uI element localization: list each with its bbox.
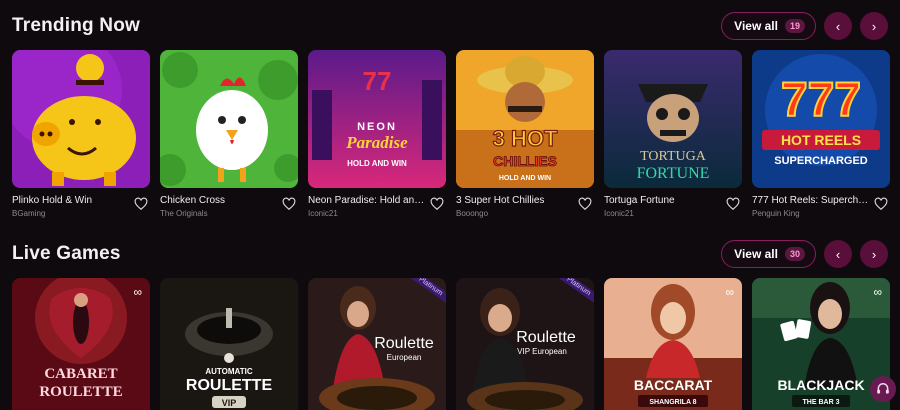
trending-header: Trending Now View all 19 ‹ › — [12, 8, 888, 44]
art-text: SHANGRILA 8 — [649, 399, 696, 406]
live-view-all-button[interactable]: View all 30 — [721, 240, 816, 268]
game-card-neon-paradise[interactable]: 77 NEON Paradise HOLD AND WIN Neon Parad… — [308, 50, 446, 225]
trending-count-badge: 19 — [784, 19, 805, 33]
heart-icon[interactable] — [578, 197, 592, 211]
live-prev-button[interactable]: ‹ — [824, 240, 852, 268]
game-provider: Iconic21 — [604, 209, 634, 218]
art-text: ROULETTE — [186, 377, 273, 394]
game-title: Plinko Hold & Win — [12, 195, 93, 206]
svg-text:Paradise: Paradise — [345, 133, 408, 152]
infinity-icon: ∞ — [725, 285, 734, 299]
headset-icon — [877, 383, 889, 394]
game-thumbnail[interactable]: 77 NEON Paradise HOLD AND WIN — [308, 50, 446, 188]
svg-text:SUPERCHARGED: SUPERCHARGED — [774, 155, 868, 167]
game-thumbnail[interactable]: BACCARAT SHANGRILA 8 ∞ — [604, 278, 742, 410]
game-title: Neon Paradise: Hold and... — [308, 195, 426, 206]
game-meta: Neon Paradise: Hold and... Iconic21 — [308, 195, 446, 225]
trending-next-button[interactable]: › — [860, 12, 888, 40]
art-text: Roulette — [374, 335, 434, 352]
view-all-label: View all — [734, 247, 778, 261]
live-row: CABARET ROULETTE ∞ AUTOMATIC ROULETTE VI… — [12, 278, 890, 410]
chevron-left-icon: ‹ — [835, 18, 841, 34]
game-thumbnail[interactable] — [12, 50, 150, 188]
live-count-badge: 30 — [784, 247, 805, 261]
art-text: AUTOMATIC — [205, 367, 252, 376]
game-thumbnail[interactable]: 3 HOT CHILLIES HOLD AND WIN — [456, 50, 594, 188]
infinity-icon: ∞ — [873, 285, 882, 299]
game-title: 3 Super Hot Chillies — [456, 195, 545, 206]
chevron-right-icon: › — [871, 246, 877, 262]
svg-text:CHILLIES: CHILLIES — [493, 153, 557, 169]
game-thumbnail[interactable]: TORTUGA FORTUNE — [604, 50, 742, 188]
chevron-left-icon: ‹ — [835, 246, 841, 262]
game-meta: 3 Super Hot Chillies Booongo — [456, 195, 594, 225]
game-card-tortuga-fortune[interactable]: TORTUGA FORTUNE Tortuga Fortune Iconic21 — [604, 50, 742, 225]
trending-row: Plinko Hold & Win BGaming Chicken Cross … — [12, 50, 890, 225]
game-title: Chicken Cross — [160, 195, 226, 206]
game-provider: The Originals — [160, 209, 208, 218]
game-title: Tortuga Fortune — [604, 195, 675, 206]
game-title: 777 Hot Reels: Supercharged — [752, 195, 870, 206]
game-thumbnail[interactable]: AUTOMATIC ROULETTE VIP — [160, 278, 298, 410]
support-chat-button[interactable] — [870, 376, 896, 402]
game-provider: Penguin King — [752, 209, 800, 218]
art-text: VIP — [222, 398, 237, 408]
game-thumbnail[interactable]: Roulette European Platinum — [308, 278, 446, 410]
live-card-roulette-vip-european[interactable]: Roulette VIP European Platinum — [456, 278, 594, 410]
game-provider: BGaming — [12, 209, 46, 218]
trending-view-all-button[interactable]: View all 19 — [721, 12, 816, 40]
live-card-roulette-european[interactable]: Roulette European Platinum — [308, 278, 446, 410]
game-thumbnail[interactable] — [160, 50, 298, 188]
infinity-icon: ∞ — [133, 285, 142, 299]
svg-text:77: 77 — [363, 66, 392, 96]
art-text: THE BAR 3 — [803, 399, 840, 406]
chevron-right-icon: › — [871, 18, 877, 34]
game-card-chicken-cross[interactable]: Chicken Cross The Originals — [160, 50, 298, 225]
art-text: BACCARAT — [634, 377, 713, 393]
trending-controls: View all 19 ‹ › — [721, 12, 888, 40]
art-text: BLACKJACK — [777, 377, 864, 393]
live-next-button[interactable]: › — [860, 240, 888, 268]
art-text: VIP European — [517, 347, 567, 356]
svg-text:777: 777 — [781, 74, 861, 127]
heart-icon[interactable] — [134, 197, 148, 211]
game-meta: Tortuga Fortune Iconic21 — [604, 195, 742, 225]
art-text: CABARET — [44, 366, 117, 382]
game-meta: Plinko Hold & Win BGaming — [12, 195, 150, 225]
view-all-label: View all — [734, 19, 778, 33]
live-card-cabaret-roulette[interactable]: CABARET ROULETTE ∞ — [12, 278, 150, 410]
svg-text:FORTUNE: FORTUNE — [637, 165, 710, 182]
game-provider: Iconic21 — [308, 209, 338, 218]
game-card-777-hot-reels[interactable]: 777 HOT REELS SUPERCHARGED 777 Hot Reels… — [752, 50, 890, 225]
trending-prev-button[interactable]: ‹ — [824, 12, 852, 40]
live-header: Live Games View all 30 ‹ › — [12, 236, 888, 272]
svg-text:HOLD AND WIN: HOLD AND WIN — [499, 175, 551, 182]
art-text: ROULETTE — [39, 384, 122, 400]
heart-icon[interactable] — [282, 197, 296, 211]
art-text: European — [387, 353, 422, 362]
game-card-super-hot-chillies[interactable]: 3 HOT CHILLIES HOLD AND WIN 3 Super Hot … — [456, 50, 594, 225]
heart-icon[interactable] — [874, 197, 888, 211]
game-provider: Booongo — [456, 209, 489, 218]
art-text: Roulette — [516, 329, 576, 346]
heart-icon[interactable] — [726, 197, 740, 211]
live-controls: View all 30 ‹ › — [721, 240, 888, 268]
game-thumbnail[interactable]: 777 HOT REELS SUPERCHARGED — [752, 50, 890, 188]
heart-icon[interactable] — [430, 197, 444, 211]
trending-title: Trending Now — [12, 15, 141, 36]
svg-text:TORTUGA: TORTUGA — [640, 149, 707, 164]
live-title: Live Games — [12, 243, 121, 264]
game-meta: Chicken Cross The Originals — [160, 195, 298, 225]
svg-text:NEON: NEON — [357, 121, 397, 133]
live-card-baccarat-shangrila[interactable]: BACCARAT SHANGRILA 8 ∞ — [604, 278, 742, 410]
game-card-plinko[interactable]: Plinko Hold & Win BGaming — [12, 50, 150, 225]
game-thumbnail[interactable]: CABARET ROULETTE ∞ — [12, 278, 150, 410]
live-card-automatic-roulette[interactable]: AUTOMATIC ROULETTE VIP — [160, 278, 298, 410]
game-thumbnail[interactable]: Roulette VIP European Platinum — [456, 278, 594, 410]
svg-text:HOLD AND WIN: HOLD AND WIN — [347, 159, 407, 168]
svg-text:3 HOT: 3 HOT — [493, 126, 558, 151]
game-meta: 777 Hot Reels: Supercharged Penguin King — [752, 195, 890, 225]
svg-text:HOT REELS: HOT REELS — [781, 132, 861, 148]
